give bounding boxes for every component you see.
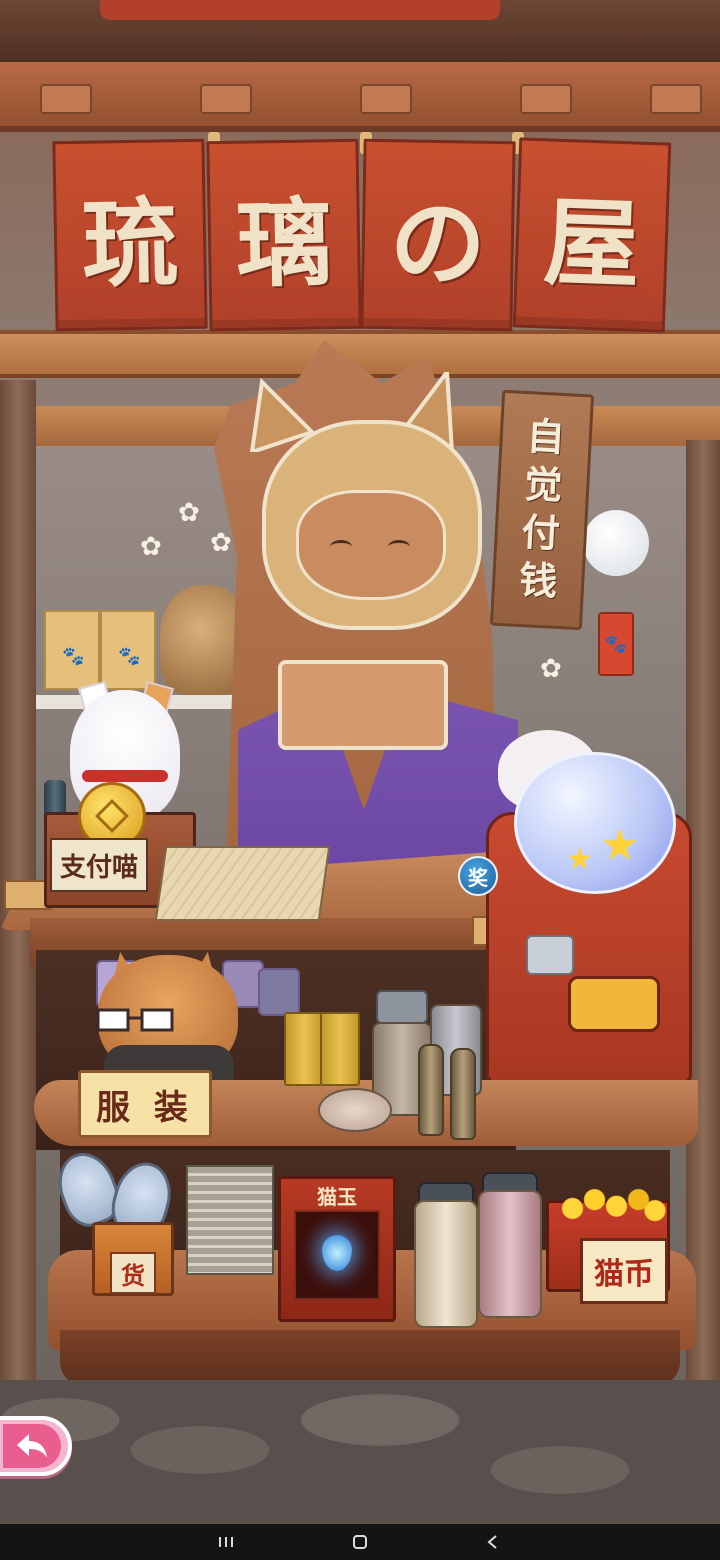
honor-payment-sign: 自 觉 付 钱 — [489, 389, 595, 631]
tin-case[interactable] — [318, 1088, 392, 1132]
cutout-body — [278, 660, 448, 750]
home-icon[interactable] — [350, 1534, 370, 1550]
back-arrow-icon — [17, 1434, 47, 1458]
system-nav-bar — [0, 1524, 720, 1560]
paw-icon: 🐾 — [604, 633, 628, 655]
storage-box: 🐾 — [100, 610, 156, 690]
prize-badge-button[interactable]: 奖 — [458, 856, 498, 896]
sign-char: 自 — [525, 414, 566, 461]
shop-scene: 🐾 🐾 ✿ ✿ ✿ ✿ 🐾 琉 璃 の 屋 自 觉 付 钱 支付喵 ★ ★ 奖 … — [0, 0, 720, 1560]
cutout-face — [296, 490, 446, 600]
stone-ground — [0, 1380, 720, 1530]
flower-icon: ✿ — [178, 498, 200, 528]
recents-icon[interactable] — [217, 1534, 237, 1550]
gacha-knob[interactable] — [526, 935, 574, 975]
banner-panel: 琉 — [52, 138, 208, 332]
clothing-sign[interactable]: 服 装 — [78, 1070, 212, 1138]
tea-box[interactable] — [284, 1012, 324, 1086]
beam-block — [360, 84, 412, 114]
candy-jar[interactable] — [414, 1200, 478, 1328]
shelf-base — [60, 1330, 680, 1386]
paw-icon: 🐾 — [62, 646, 85, 667]
pay-cat-label: 支付喵 — [50, 838, 148, 892]
banner-panel: 璃 — [206, 138, 362, 332]
sign-char: 付 — [520, 510, 561, 556]
beam-block — [520, 84, 572, 114]
wind-chime — [583, 510, 649, 576]
back-button-inner — [3, 1424, 61, 1468]
storage-box: 🐾 — [44, 610, 100, 690]
spice-vial[interactable] — [418, 1044, 444, 1136]
tea-box[interactable] — [320, 1012, 360, 1086]
cutout-eye — [330, 540, 352, 554]
shop-name-banner: 琉 璃 の 屋 — [48, 132, 674, 340]
banner-panel: 屋 — [512, 137, 672, 333]
beam-block — [40, 84, 92, 114]
nav-back-icon[interactable] — [483, 1534, 503, 1550]
star-icon: ★ — [566, 842, 593, 877]
gacha-globe[interactable] — [514, 752, 676, 894]
star-icon: ★ — [600, 820, 640, 871]
roof-trim — [100, 0, 500, 20]
banner-char: の — [388, 185, 487, 301]
banner-panel: の — [360, 138, 516, 332]
jar-lid — [376, 990, 428, 1024]
chime-tag: 🐾 — [598, 612, 634, 676]
beam-block — [200, 84, 252, 114]
sign-char: 觉 — [523, 462, 564, 509]
cutout-eye — [388, 540, 410, 554]
spice-vial[interactable] — [450, 1048, 476, 1140]
glasses-icon — [96, 1008, 174, 1032]
sign-char: 钱 — [518, 557, 559, 604]
cat-jade-label: 猫玉 — [317, 1184, 357, 1209]
cat-coin-label: 猫币 — [580, 1238, 668, 1304]
beam-block — [650, 84, 702, 114]
hanging-shirt — [258, 968, 300, 1016]
gacha-slot — [568, 976, 660, 1032]
banknote-stack[interactable] — [186, 1165, 274, 1275]
flower-icon: ✿ — [540, 654, 562, 684]
paw-icon: 🐾 — [118, 646, 141, 667]
banner-char: 琉 — [81, 185, 180, 301]
flower-icon: ✿ — [140, 532, 162, 562]
gold-coins-icon — [556, 1182, 666, 1226]
banner-char: 璃 — [235, 185, 334, 301]
cloth-bag[interactable] — [154, 846, 331, 921]
cat-collar — [82, 770, 168, 782]
back-button[interactable] — [0, 1416, 72, 1476]
flower-tea-jar[interactable] — [478, 1190, 542, 1318]
goods-can-label: 货 — [110, 1252, 156, 1294]
flower-icon: ✿ — [210, 528, 232, 558]
banner-char: 屋 — [541, 184, 642, 302]
